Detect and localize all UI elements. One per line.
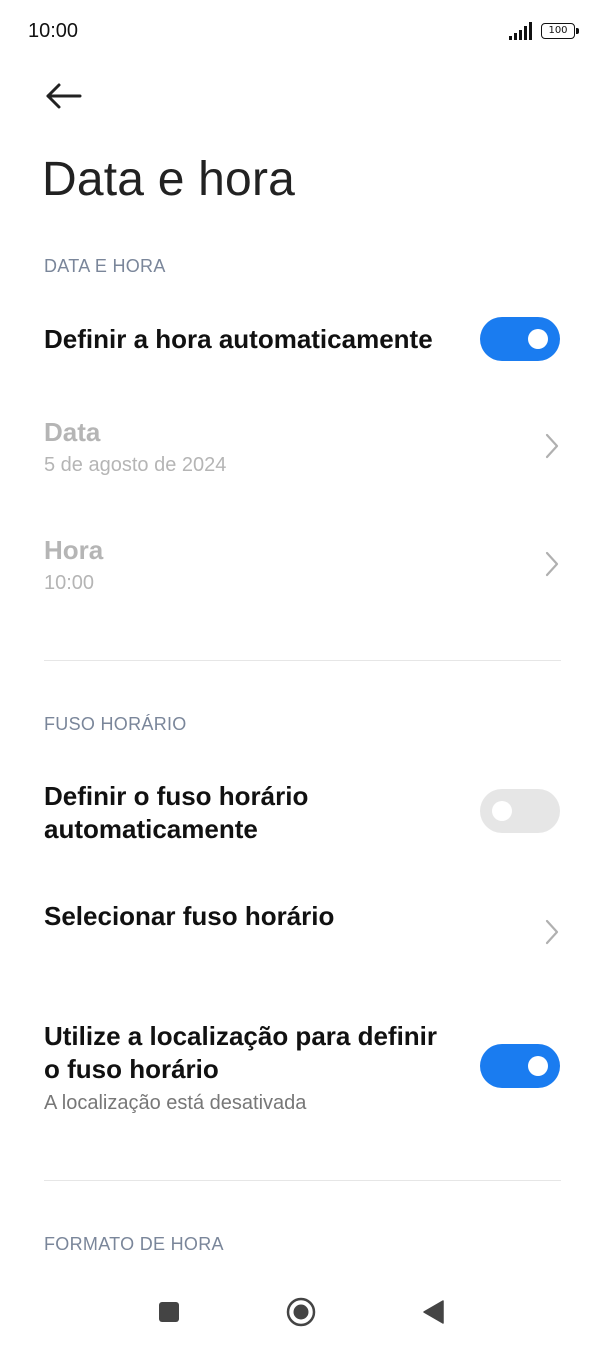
auto-time-toggle[interactable] [480,317,560,361]
signal-icon [509,22,532,40]
section-header-date-time: DATA E HORA [44,256,166,276]
auto-timezone-label-line2: automaticamente [44,814,258,844]
status-bar: 10:00 100 [0,0,605,62]
use-location-toggle[interactable] [480,1044,560,1088]
status-time: 10:00 [28,20,79,42]
section-header-timezone: FUSO HORÁRIO [44,714,187,734]
arrow-left-icon [46,83,82,109]
time-label: Hora [44,535,104,565]
status-icons: 100 [509,20,579,42]
auto-timezone-label-line1: Definir o fuso horário [44,781,309,811]
date-label: Data [44,417,101,447]
auto-timezone-toggle[interactable] [480,789,560,833]
select-timezone-label: Selecionar fuso horário [44,901,335,931]
chevron-right-icon [545,919,559,945]
home-button[interactable] [281,1292,321,1332]
square-icon [159,1302,179,1322]
nav-back-button[interactable] [413,1292,453,1332]
date-value: 5 de agosto de 2024 [44,454,227,476]
auto-time-row[interactable]: Definir a hora automaticamente [0,300,605,380]
time-row[interactable]: Hora 10:00 [0,526,605,606]
use-location-label-line2: o fuso horário [44,1054,219,1084]
chevron-right-icon [545,433,559,459]
back-button[interactable] [38,74,86,118]
toggle-knob [528,1056,548,1076]
chevron-right-icon [545,551,559,577]
auto-time-label: Definir a hora automaticamente [44,324,433,354]
page-title: Data e hora [42,153,296,206]
navigation-bar [0,1270,605,1346]
use-location-subtitle: A localização está desativada [44,1092,307,1114]
date-row[interactable]: Data 5 de agosto de 2024 [0,408,605,488]
toggle-knob [492,801,512,821]
toggle-knob [528,329,548,349]
divider [44,1180,561,1181]
circle-home-icon [286,1297,316,1327]
select-timezone-row[interactable]: Selecionar fuso horário [0,886,605,966]
use-location-row[interactable]: Utilize a localização para definir o fus… [0,1012,605,1122]
section-header-time-format: FORMATO DE HORA [44,1234,224,1254]
battery-level: 100 [548,25,568,36]
use-location-label-line1: Utilize a localização para definir [44,1021,438,1051]
battery-icon: 100 [541,23,579,39]
auto-timezone-row[interactable]: Definir o fuso horário automaticamente [0,772,605,852]
divider [44,660,561,661]
time-value: 10:00 [44,572,95,594]
recents-button[interactable] [149,1292,189,1332]
triangle-back-icon [423,1300,444,1324]
